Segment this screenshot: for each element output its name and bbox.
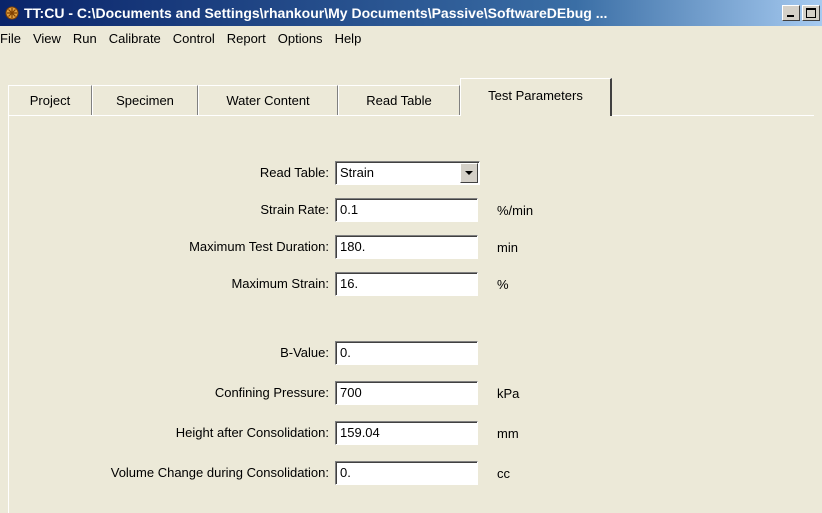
read-table-row: Read Table: Strain [9,161,815,187]
height-after-unit: mm [497,426,519,441]
tab-water-content[interactable]: Water Content [198,85,338,115]
menu-options[interactable]: Options [274,31,331,46]
height-after-row: Height after Consolidation: 159.04 mm [9,421,815,447]
max-duration-input[interactable]: 180. [335,235,478,259]
tab-project[interactable]: Project [8,85,92,115]
confining-pressure-row: Confining Pressure: 700 kPa [9,381,815,407]
menu-control[interactable]: Control [169,31,223,46]
menu-report[interactable]: Report [223,31,274,46]
volume-change-label: Volume Change during Consolidation: [110,465,329,480]
volume-change-row: Volume Change during Consolidation: 0. c… [9,461,815,487]
tab-test-parameters[interactable]: Test Parameters [460,78,612,116]
window-title: TT:CU - C:\Documents and Settings\rhanko… [24,5,608,21]
minimize-icon[interactable] [782,5,800,21]
menu-run[interactable]: Run [69,31,105,46]
max-duration-unit: min [497,240,518,255]
strain-rate-input[interactable]: 0.1 [335,198,478,222]
read-table-select[interactable]: Strain [335,161,480,185]
volume-change-unit: cc [497,466,510,481]
confining-pressure-label: Confining Pressure: [214,385,329,400]
maximize-icon[interactable] [802,5,820,21]
menu-file[interactable]: File [0,31,29,46]
strain-rate-row: Strain Rate: 0.1 %/min [9,198,815,224]
height-after-label: Height after Consolidation: [175,425,329,440]
max-strain-row: Maximum Strain: 16. % [9,272,815,298]
height-after-input[interactable]: 159.04 [335,421,478,445]
chevron-down-icon[interactable] [460,163,478,183]
b-value-label: B-Value: [280,345,329,360]
max-strain-label: Maximum Strain: [231,276,329,291]
tab-specimen[interactable]: Specimen [92,85,198,115]
read-table-label: Read Table: [259,165,329,180]
title-bar[interactable]: TT:CU - C:\Documents and Settings\rhanko… [0,0,822,26]
app-icon[interactable] [4,5,20,21]
max-duration-label: Maximum Test Duration: [189,239,329,254]
b-value-row: B-Value: 0. [9,341,815,367]
menu-view[interactable]: View [29,31,69,46]
volume-change-input[interactable]: 0. [335,461,478,485]
tab-read-table[interactable]: Read Table [338,85,460,115]
max-strain-unit: % [497,277,509,292]
confining-pressure-unit: kPa [497,386,520,401]
max-duration-row: Maximum Test Duration: 180. min [9,235,815,261]
menu-help[interactable]: Help [331,31,370,46]
max-strain-input[interactable]: 16. [335,272,478,296]
menu-bar: File View Run Calibrate Control Report O… [0,26,822,50]
b-value-input[interactable]: 0. [335,341,478,365]
confining-pressure-input[interactable]: 700 [335,381,478,405]
strain-rate-label: Strain Rate: [260,202,329,217]
menu-calibrate[interactable]: Calibrate [105,31,169,46]
test-parameters-panel: Read Table: Strain Strain Rate: 0.1 %/mi… [8,116,815,513]
read-table-value: Strain [340,165,374,180]
strain-rate-unit: %/min [497,203,534,218]
